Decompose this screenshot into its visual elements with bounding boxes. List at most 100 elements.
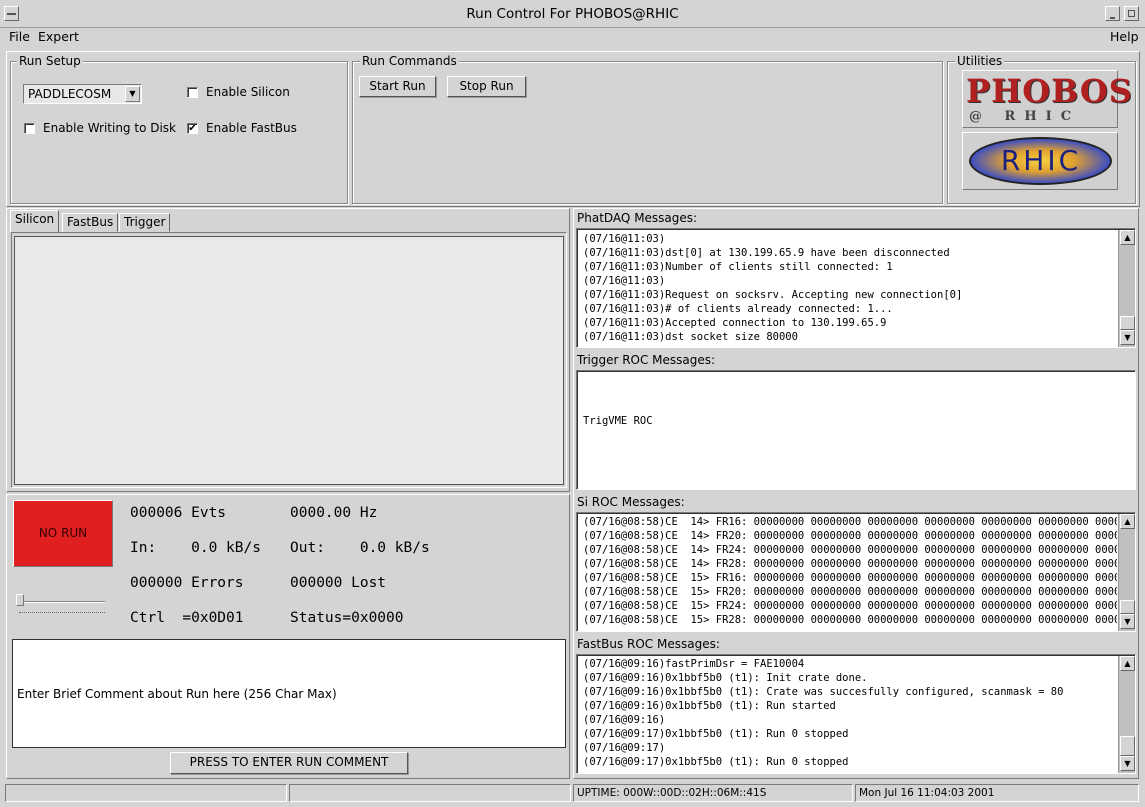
statusbar-field-1 xyxy=(5,784,287,802)
phatdaq-messages[interactable]: (07/16@11:03) (07/16@11:03)dst[0] at 130.… xyxy=(576,228,1136,348)
chevron-down-icon[interactable]: ▼ xyxy=(125,86,140,102)
tab-silicon[interactable]: Silicon xyxy=(10,210,60,232)
enable-fastbus-label: Enable FastBus xyxy=(206,121,297,135)
slider-ticks xyxy=(19,612,105,613)
enable-silicon-label: Enable Silicon xyxy=(206,85,290,99)
uptime-display: UPTIME: 000W::00D::02H::06M::41S xyxy=(573,784,853,802)
datetime-display: Mon Jul 16 11:04:03 2001 xyxy=(855,784,1139,802)
fastbus-roc-scrollbar[interactable]: ▲ ▼ xyxy=(1118,656,1135,773)
message-line: (07/16@08:58)CE 14> FR16: 00000000 00000… xyxy=(583,516,1117,528)
minimize-button[interactable] xyxy=(1105,6,1120,21)
message-line: (07/16@09:17)0x1bbf5b0 (t1): Run 0 stopp… xyxy=(583,728,849,740)
message-line: (07/16@11:03)dst socket size 80000 xyxy=(583,331,798,343)
scroll-down-icon[interactable]: ▼ xyxy=(1120,756,1135,771)
message-line: (07/16@11:03)Accepted connection to 130.… xyxy=(583,317,887,329)
run-commands-group xyxy=(352,61,943,204)
message-line: (07/16@08:58)CE 15> FR20: 00000000 00000… xyxy=(583,586,1117,598)
silicon-display-area xyxy=(14,236,564,485)
menu-file[interactable]: File xyxy=(9,29,30,44)
rhic-logo-text: RHIC xyxy=(1000,144,1082,177)
message-line: TrigVME ROC xyxy=(583,415,653,427)
phobos-logo-text: PHOBOS xyxy=(966,72,1133,110)
scroll-thumb[interactable] xyxy=(1120,600,1135,614)
message-line: (07/16@09:16)0x1bbf5b0 (t1): Init crate … xyxy=(583,672,868,684)
minimize-icon xyxy=(1110,17,1115,19)
phatdaq-scrollbar[interactable]: ▲ ▼ xyxy=(1118,230,1135,347)
scroll-thumb[interactable] xyxy=(1120,736,1135,756)
tab-fastbus[interactable]: FastBus xyxy=(62,213,119,232)
run-setup-label: Run Setup xyxy=(17,54,83,68)
si-roc-lines: (07/16@08:58)CE 14> FR16: 00000000 00000… xyxy=(577,513,1117,627)
checkmark-icon: ✔ xyxy=(188,123,197,134)
scroll-up-icon[interactable]: ▲ xyxy=(1120,514,1135,529)
input-rate: In: 0.0 kB/s xyxy=(130,540,261,556)
scroll-down-icon[interactable]: ▼ xyxy=(1120,614,1135,629)
errors-count: 000000 Errors xyxy=(130,575,244,591)
trigger-roc-lines: TrigVME ROC xyxy=(577,371,1135,428)
utilities-label: Utilities xyxy=(955,54,1005,68)
message-line: (07/16@11:03)Number of clients still con… xyxy=(583,261,893,273)
message-line: (07/16@09:17) xyxy=(583,742,666,754)
phatdaq-label: PhatDAQ Messages: xyxy=(577,211,698,225)
enable-writing-checkbox[interactable] xyxy=(24,123,35,134)
menu-bar xyxy=(0,28,1145,48)
enter-run-comment-button[interactable]: PRESS TO ENTER RUN COMMENT xyxy=(170,752,408,774)
message-line: (07/16@09:16) xyxy=(583,714,666,726)
fastbus-roc-label: FastBus ROC Messages: xyxy=(577,637,720,651)
statusbar-field-2 xyxy=(289,784,571,802)
ctrl-word: Ctrl =0x0D01 xyxy=(130,610,244,626)
message-line: (07/16@11:03)# of clients already connec… xyxy=(583,303,893,315)
enable-fastbus-checkbox[interactable]: ✔ xyxy=(187,123,198,134)
phobos-logo-subtext: @ RHIC xyxy=(969,109,1081,124)
title-bar[interactable]: Run Control For PHOBOS@RHIC xyxy=(0,0,1145,28)
tab-trigger[interactable]: Trigger xyxy=(119,213,171,232)
message-line: (07/16@11:03)dst[0] at 130.199.65.9 have… xyxy=(583,247,950,259)
message-line: (07/16@11:03) xyxy=(583,275,666,287)
trigger-roc-label: Trigger ROC Messages: xyxy=(577,353,716,367)
slider-handle[interactable] xyxy=(16,594,24,606)
message-line: (07/16@08:58)CE 14> FR28: 00000000 00000… xyxy=(583,558,1117,570)
maximize-icon xyxy=(1128,10,1135,17)
enable-silicon-checkbox[interactable] xyxy=(187,87,198,98)
si-roc-label: Si ROC Messages: xyxy=(577,495,685,509)
run-state-indicator: NO RUN xyxy=(13,500,113,567)
message-line: (07/16@11:03) xyxy=(583,233,666,245)
message-line: (07/16@09:16)0x1bbf5b0 (t1): Run started xyxy=(583,700,836,712)
scroll-up-icon[interactable]: ▲ xyxy=(1120,656,1135,671)
phatdaq-lines: (07/16@11:03) (07/16@11:03)dst[0] at 130.… xyxy=(577,229,1135,344)
menu-help[interactable]: Help xyxy=(1110,29,1139,44)
message-line: (07/16@09:16)0x1bbf5b0 (t1): Crate was s… xyxy=(583,686,1064,698)
message-line: (07/16@09:16)fastPrimDsr = FAE10004 xyxy=(583,658,805,670)
rhic-logo[interactable]: RHIC xyxy=(962,132,1118,190)
events-count: 000006 Evts xyxy=(130,505,227,521)
message-line: (07/16@08:58)CE 15> FR28: 00000000 00000… xyxy=(583,614,1117,626)
run-commands-label: Run Commands xyxy=(360,54,459,68)
trigger-roc-messages[interactable]: TrigVME ROC xyxy=(576,370,1136,490)
message-line: (07/16@08:58)CE 15> FR16: 00000000 00000… xyxy=(583,572,1117,584)
menu-expert[interactable]: Expert xyxy=(38,29,79,44)
fastbus-roc-lines: (07/16@09:16)fastPrimDsr = FAE10004 (07/1… xyxy=(577,655,1135,769)
config-select-value: PADDLECOSM xyxy=(28,87,112,101)
window-title: Run Control For PHOBOS@RHIC xyxy=(466,6,679,22)
config-select[interactable]: PADDLECOSM ▼ xyxy=(23,84,142,104)
scroll-up-icon[interactable]: ▲ xyxy=(1120,230,1135,245)
scroll-down-icon[interactable]: ▼ xyxy=(1120,330,1135,345)
start-run-button[interactable]: Start Run xyxy=(359,76,436,97)
message-line: (07/16@08:58)CE 14> FR24: 00000000 00000… xyxy=(583,544,1117,556)
event-rate: 0000.00 Hz xyxy=(290,505,378,521)
lost-count: 000000 Lost xyxy=(290,575,387,591)
comment-input[interactable]: Enter Brief Comment about Run here (256 … xyxy=(12,639,566,748)
enable-writing-label: Enable Writing to Disk xyxy=(43,121,176,135)
si-roc-scrollbar[interactable]: ▲ ▼ xyxy=(1118,514,1135,631)
maximize-button[interactable] xyxy=(1124,6,1139,21)
phobos-logo[interactable]: PHOBOS @ RHIC xyxy=(962,70,1132,128)
fastbus-roc-messages[interactable]: (07/16@09:16)fastPrimDsr = FAE10004 (07/1… xyxy=(576,654,1136,774)
slider-track xyxy=(19,601,105,603)
stop-run-button[interactable]: Stop Run xyxy=(447,76,526,97)
message-line: (07/16@09:17)0x1bbf5b0 (t1): Run 0 stopp… xyxy=(583,756,849,768)
si-roc-messages[interactable]: (07/16@08:58)CE 14> FR16: 00000000 00000… xyxy=(576,512,1136,632)
message-line: (07/16@11:03)Request on socksrv. Accepti… xyxy=(583,289,963,301)
scroll-thumb[interactable] xyxy=(1120,316,1135,330)
message-line: (07/16@08:58)CE 14> FR20: 00000000 00000… xyxy=(583,530,1117,542)
message-line: (07/16@08:58)CE 15> FR24: 00000000 00000… xyxy=(583,600,1117,612)
